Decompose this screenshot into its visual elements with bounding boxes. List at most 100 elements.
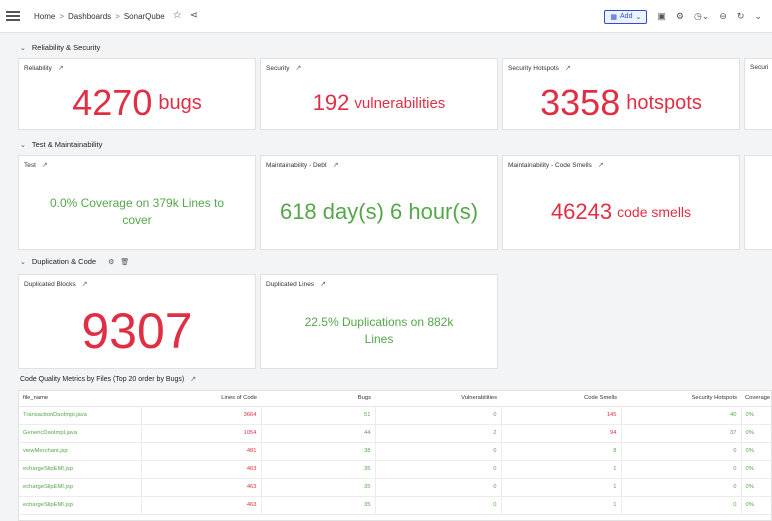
add-panel-icon: ▦ xyxy=(610,13,618,21)
vulnerabilities-cell: 0 xyxy=(375,406,502,425)
column-header[interactable]: Security Hotspots xyxy=(621,391,741,407)
column-header[interactable]: Bugs xyxy=(261,391,375,407)
top-bar: Home > Dashboards > SonarQube ☆ ⋖ ▦ Add … xyxy=(0,0,772,33)
file-name-cell: viewMerchant.jsp xyxy=(19,442,142,461)
collapse-chevron-icon: ⌄ xyxy=(20,258,26,266)
share-icon[interactable]: ⋖ xyxy=(190,11,198,21)
table-row: TransactionDaoImpl.java 3664 51 0 145 40… xyxy=(19,406,771,425)
external-link-icon[interactable]: ↗ xyxy=(333,161,339,169)
section-header-duplication[interactable]: ⌄ Duplication & Code ⚙ 🗑 xyxy=(20,257,129,266)
stat-text: 618 day(s) 6 hour(s) xyxy=(279,198,479,224)
column-header[interactable]: Lines of Code xyxy=(141,391,261,407)
hotspots-cell: 0 xyxy=(621,460,742,479)
column-header[interactable]: Vulnerabilities xyxy=(375,391,501,407)
table-title-text: Code Quality Metrics by Files (Top 20 or… xyxy=(20,375,185,383)
vulnerabilities-cell: 0 xyxy=(375,478,502,497)
refresh-icon[interactable]: ↻ xyxy=(737,12,745,21)
external-link-icon[interactable]: ↗ xyxy=(565,64,571,72)
loc-cell: 1054 xyxy=(141,424,262,443)
table-row: echargeSlipEMI.jsp 463 35 0 1 0 0% xyxy=(19,478,771,497)
loc-cell: 3664 xyxy=(141,406,262,425)
section-title: Test & Maintainability xyxy=(31,140,103,149)
column-header[interactable]: file_name xyxy=(19,391,141,407)
vulnerabilities-cell: 2 xyxy=(375,424,502,443)
code-smells-cell: 94 xyxy=(501,424,622,443)
stat-value: 4270 xyxy=(72,82,153,123)
panel-title: Maintainability - Code Smells xyxy=(508,161,592,169)
zoom-out-icon[interactable]: ⊖ xyxy=(719,12,727,21)
breadcrumb-dashboards[interactable]: Dashboards xyxy=(68,12,111,21)
hotspots-cell: 40 xyxy=(621,406,742,425)
chevron-down-icon: ⌄ xyxy=(635,13,642,21)
gear-icon[interactable]: ⚙ xyxy=(108,258,114,266)
hotspots-cell: 0 xyxy=(621,478,742,497)
code-smells-cell: 1 xyxy=(501,478,622,497)
external-link-icon[interactable]: ↗ xyxy=(190,375,196,383)
panel-title: Security xyxy=(266,64,290,72)
collapse-chevron-icon: ⌄ xyxy=(20,44,26,52)
vulnerabilities-cell: 0 xyxy=(375,442,502,461)
coverage-cell: 0% xyxy=(741,496,771,515)
column-header[interactable]: Coverage xyxy=(741,391,771,407)
panel-title: Maintainability - Debt xyxy=(266,161,327,169)
coverage-cell: 0% xyxy=(741,424,771,443)
save-icon[interactable]: ▣ xyxy=(657,12,666,21)
stat-text: 0.0% Coverage on 379k Lines to cover xyxy=(49,196,225,227)
stat-text: 22.5% Duplications on 882k Lines xyxy=(304,315,454,346)
column-header[interactable]: Code Smells xyxy=(501,391,621,407)
time-picker-icon[interactable]: ◷⌄ xyxy=(694,12,709,21)
table-header-row: file_name Lines of Code Bugs Vulnerabili… xyxy=(19,391,771,407)
bugs-cell: 35 xyxy=(261,460,376,479)
loc-cell: 463 xyxy=(141,478,262,497)
panel-duplicated-lines: Duplicated Lines ↗ 22.5% Duplications on … xyxy=(260,274,498,369)
coverage-cell: 0% xyxy=(741,406,771,425)
coverage-cell: 0% xyxy=(741,478,771,497)
section-title: Reliability & Security xyxy=(31,43,101,52)
metrics-table: file_name Lines of Code Bugs Vulnerabili… xyxy=(18,390,772,521)
code-smells-cell: 145 xyxy=(501,406,622,425)
toolbar: ▦ Add ⌄ ▣ ⚙ ◷⌄ ⊖ ↻ ⌄ xyxy=(604,0,762,33)
breadcrumb: Home > Dashboards > SonarQube xyxy=(34,12,165,21)
table-title: Code Quality Metrics by Files (Top 20 or… xyxy=(20,375,196,384)
panel-title: Securi xyxy=(750,64,769,71)
file-name-cell: GenericDaoImpl.java xyxy=(19,424,142,443)
file-name-cell: TransactionDaoImpl.java xyxy=(19,406,142,425)
vulnerabilities-cell: 0 xyxy=(375,496,502,515)
menu-icon[interactable] xyxy=(6,11,20,21)
panel-title: Security Hotspots xyxy=(508,64,559,72)
table-row: echargeSlipEMI.jsp 463 35 0 1 0 0% xyxy=(19,460,771,479)
panel-security-cut: Securi xyxy=(744,58,772,130)
panel-title: Test xyxy=(24,161,36,169)
external-link-icon[interactable]: ↗ xyxy=(82,280,88,288)
bugs-cell: 44 xyxy=(261,424,376,443)
bugs-cell: 35 xyxy=(261,496,376,515)
stat-unit: vulnerabilities xyxy=(354,94,446,112)
breadcrumb-home[interactable]: Home xyxy=(34,12,55,21)
panel-title: Duplicated Blocks xyxy=(24,280,76,288)
panel-cut-right xyxy=(744,155,772,250)
star-icon[interactable]: ☆ xyxy=(173,11,182,21)
external-link-icon[interactable]: ↗ xyxy=(295,64,301,72)
external-link-icon[interactable]: ↗ xyxy=(598,161,604,169)
trash-icon[interactable]: 🗑 xyxy=(120,258,129,266)
panel-reliability: Reliability ↗ 4270 bugs xyxy=(18,58,256,130)
breadcrumb-current: SonarQube xyxy=(123,11,165,21)
panel-duplicated-blocks: Duplicated Blocks ↗ 9307 xyxy=(18,274,256,369)
chevron-down-icon[interactable]: ⌄ xyxy=(754,12,762,21)
panel-maintainability-debt: Maintainability - Debt ↗ 618 day(s) 6 hou… xyxy=(260,155,498,250)
coverage-cell: 0% xyxy=(741,460,771,479)
add-button[interactable]: ▦ Add ⌄ xyxy=(604,9,648,24)
section-header-reliability[interactable]: ⌄ Reliability & Security xyxy=(20,43,100,52)
table-row: GenericDaoImpl.java 1054 44 2 94 37 0% xyxy=(19,424,771,443)
panel-code-smells: Maintainability - Code Smells ↗ 46243 cod… xyxy=(502,155,740,250)
section-header-test[interactable]: ⌄ Test & Maintainability xyxy=(20,140,102,149)
external-link-icon[interactable]: ↗ xyxy=(42,161,48,169)
external-link-icon[interactable]: ↗ xyxy=(58,64,64,72)
bugs-cell: 35 xyxy=(261,478,376,497)
external-link-icon[interactable]: ↗ xyxy=(320,280,326,288)
breadcrumb-separator: > xyxy=(115,11,120,21)
stat-value: 46243 xyxy=(550,198,613,224)
file-name-cell: echargeSlipEMI.jsp xyxy=(19,496,142,515)
gear-icon[interactable]: ⚙ xyxy=(676,12,684,21)
hotspots-cell: 37 xyxy=(621,424,742,443)
